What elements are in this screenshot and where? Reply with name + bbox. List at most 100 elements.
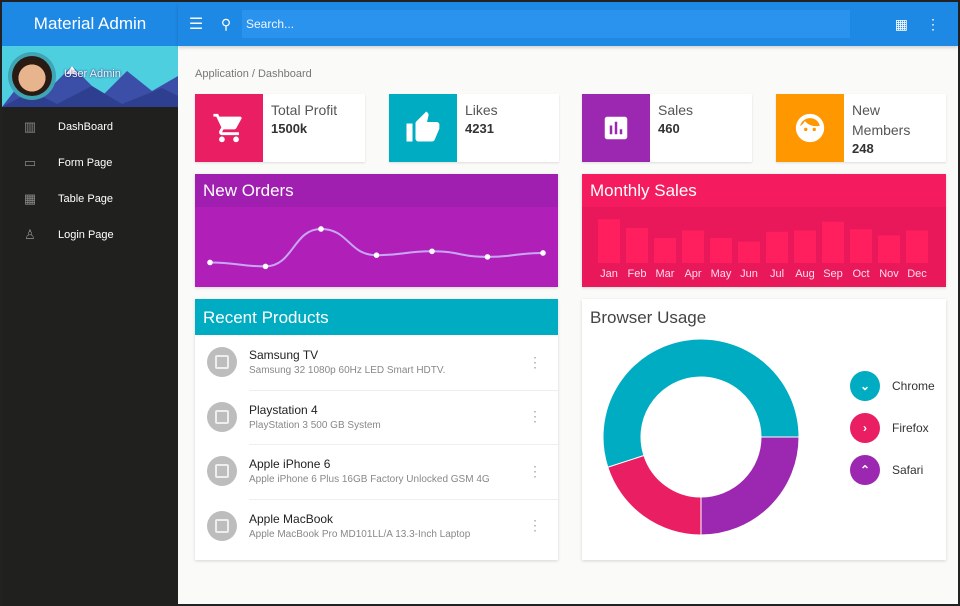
legend-item-chrome[interactable]: ⌄ Chrome xyxy=(850,371,935,401)
sidebar-item-dashboard[interactable]: ▥ DashBoard xyxy=(2,109,178,145)
more-vert-icon[interactable]: ⋮ xyxy=(528,517,542,534)
pie-slice-safari[interactable] xyxy=(700,436,800,536)
series-line xyxy=(209,227,544,268)
more-vert-icon[interactable]: ⋮ xyxy=(926,16,940,33)
legend-marker-icon: ⌄ xyxy=(850,371,880,401)
stat-card-likes: Likes 4231 xyxy=(389,94,559,162)
monthly-sales-card: Monthly Sales Jan Feb Mar Apr May Jun Jul Aug Se… xyxy=(582,174,946,287)
more-vert-icon[interactable]: ⋮ xyxy=(528,463,542,480)
x-tick-label: Oct xyxy=(852,268,869,280)
data-point[interactable] xyxy=(373,252,380,258)
image-icon xyxy=(207,510,237,541)
thumb-up-icon xyxy=(389,94,457,162)
data-point[interactable] xyxy=(429,248,435,255)
data-point[interactable] xyxy=(207,259,213,266)
product-description: Apple iPhone 6 Plus 16GB Factory Unlocke… xyxy=(249,474,490,486)
x-tick-label: Dec xyxy=(907,268,927,280)
x-tick-label: Aug xyxy=(795,268,815,280)
more-vert-icon[interactable]: ⋮ xyxy=(528,408,542,425)
sidebar-item-table-page[interactable]: ▦ Table Page xyxy=(2,181,178,217)
monthly-sales-chart: Jan Feb Mar Apr May Jun Jul Aug Sep Oct Nov Dec xyxy=(598,219,928,280)
browser-usage-title: Browser Usage xyxy=(590,308,707,327)
sidebar: Material Admin User Admin ▥ DashBoard ▭ … xyxy=(2,2,178,606)
assessment-icon xyxy=(582,94,650,162)
sidebar-item-form-page[interactable]: ▭ Form Page xyxy=(2,145,178,181)
bar[interactable] xyxy=(738,241,760,263)
stat-card-total-profit: Total Profit 1500k xyxy=(195,94,365,162)
list-item[interactable]: Samsung TV Samsung 32 1080p 60Hz LED Smar… xyxy=(195,335,558,390)
product-description: PlayStation 3 500 GB System xyxy=(249,419,381,431)
menu-icon[interactable]: ☰ xyxy=(178,14,214,34)
bar[interactable] xyxy=(682,230,704,264)
product-name: Apple iPhone 6 xyxy=(249,457,331,472)
new-orders-chart xyxy=(207,226,546,270)
sidebar-item-label: Table Page xyxy=(58,193,114,205)
product-description: Apple MacBook Pro MD101LL/A 13.3-Inch La… xyxy=(249,528,471,540)
new-orders-title: New Orders xyxy=(195,174,558,207)
x-tick-label: Mar xyxy=(656,268,675,280)
data-point[interactable] xyxy=(318,226,324,232)
x-tick-label: Apr xyxy=(684,268,701,280)
bar[interactable] xyxy=(794,230,816,264)
grid-icon: ▦ xyxy=(23,191,37,206)
legend-label: Safari xyxy=(892,463,924,477)
bar[interactable] xyxy=(598,219,620,263)
legend-marker-icon: ⌃ xyxy=(850,455,880,485)
bar[interactable] xyxy=(766,231,788,263)
list-item[interactable]: Apple MacBook Apple MacBook Pro MD101LL/A… xyxy=(195,498,558,554)
search-icon[interactable]: ⚲ xyxy=(214,16,238,33)
browser-usage-card: Browser Usage ⌄ Chrome › Firefox ⌃ Safari xyxy=(582,299,946,560)
avatar[interactable] xyxy=(8,52,56,100)
bar[interactable] xyxy=(878,235,900,264)
data-point[interactable] xyxy=(262,263,269,270)
data-point[interactable] xyxy=(540,250,546,256)
bar[interactable] xyxy=(850,229,872,263)
bar[interactable] xyxy=(654,238,676,263)
x-tick-label: Jun xyxy=(740,268,758,280)
image-icon xyxy=(207,456,237,487)
cart-icon xyxy=(195,94,263,162)
list-item[interactable]: Playstation 4 PlayStation 3 500 GB System… xyxy=(195,389,558,445)
apps-grid-icon[interactable]: ▦ xyxy=(895,16,908,33)
stat-value: 248 xyxy=(852,141,874,156)
stat-label: Sales xyxy=(658,102,694,118)
x-tick-label: Feb xyxy=(628,268,647,280)
data-point[interactable] xyxy=(484,254,491,260)
x-tick-label: Jul xyxy=(770,268,784,280)
more-vert-icon[interactable]: ⋮ xyxy=(528,354,542,371)
stat-value: 1500k xyxy=(271,121,308,136)
x-tick-label: Jan xyxy=(600,268,618,280)
stat-card-sales: Sales 460 xyxy=(582,94,752,162)
list-item[interactable]: Apple iPhone 6 Apple iPhone 6 Plus 16GB F… xyxy=(195,444,558,499)
breadcrumb: Application / Dashboard xyxy=(195,68,312,80)
sidebar-item-label: Form Page xyxy=(58,157,113,169)
sidebar-item-label: Login Page xyxy=(58,229,114,241)
username: User Admin xyxy=(64,68,121,80)
browser-usage-chart xyxy=(602,338,800,536)
face-icon xyxy=(776,94,844,162)
sidebar-item-label: DashBoard xyxy=(58,121,114,133)
product-name: Apple MacBook xyxy=(249,511,334,526)
image-icon xyxy=(207,401,237,432)
x-tick-label: Nov xyxy=(879,268,899,280)
legend-item-firefox[interactable]: › Firefox xyxy=(850,413,929,443)
product-description: Samsung 32 1080p 60Hz LED Smart HDTV. xyxy=(249,365,446,377)
stat-label: Total Profit xyxy=(271,102,338,118)
person-icon: ♙ xyxy=(24,227,36,242)
stat-card-new-members: New Members 248 xyxy=(776,94,946,162)
legend-label: Chrome xyxy=(892,379,935,393)
sidebar-item-login-page[interactable]: ♙ Login Page xyxy=(2,217,178,253)
search-input[interactable] xyxy=(242,10,850,38)
stat-label: New Members xyxy=(852,102,911,138)
bar[interactable] xyxy=(710,238,732,263)
profile-header: User Admin xyxy=(2,46,178,107)
bar[interactable] xyxy=(822,221,844,263)
pie-slice-firefox[interactable] xyxy=(607,454,702,536)
image-icon xyxy=(207,347,237,378)
top-app-bar: ☰ ⚲ ▦ ⋮ xyxy=(178,2,958,46)
stat-label: Likes xyxy=(465,102,498,118)
bar[interactable] xyxy=(626,228,648,263)
recent-products-title: Recent Products xyxy=(195,299,558,335)
bar[interactable] xyxy=(906,230,928,264)
legend-item-safari[interactable]: ⌃ Safari xyxy=(850,455,923,485)
